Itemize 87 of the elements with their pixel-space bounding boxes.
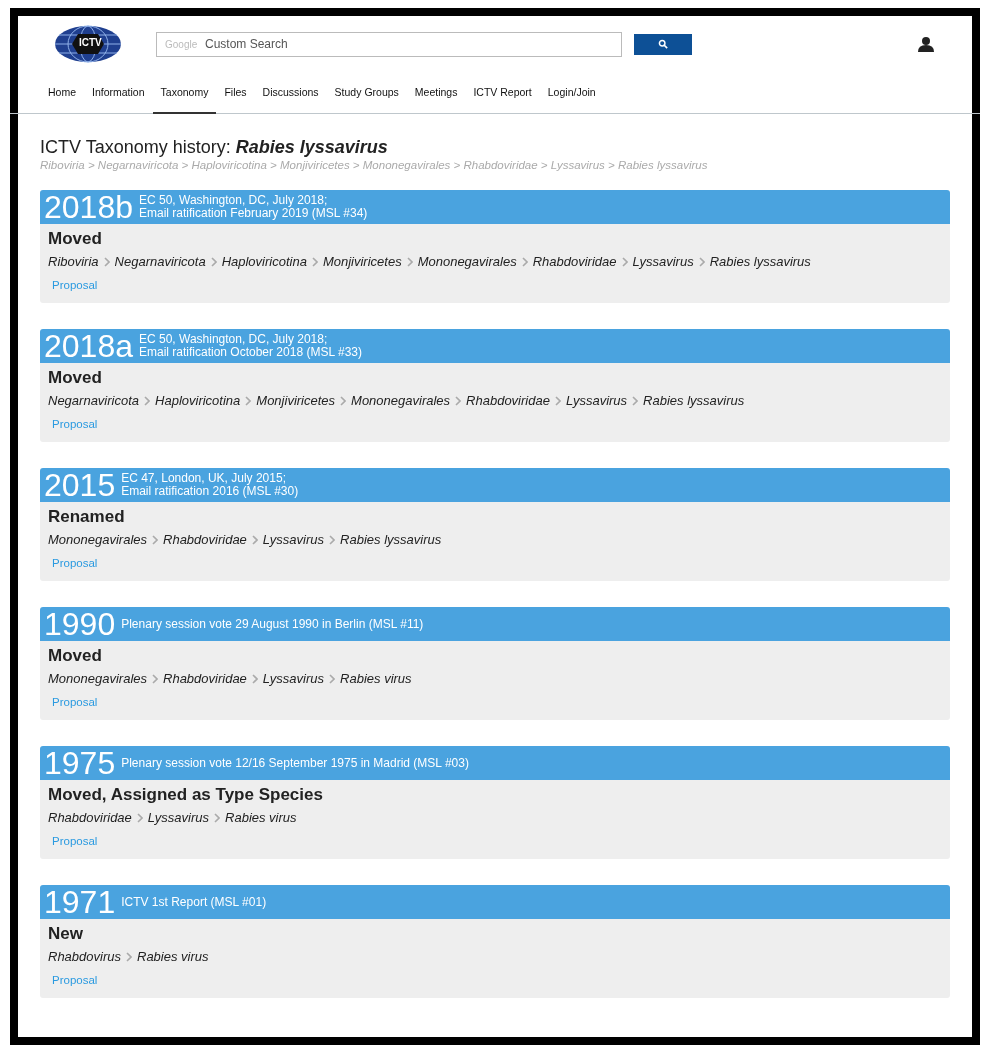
user-icon[interactable] bbox=[918, 36, 934, 52]
taxon-name: Rabies virus bbox=[340, 671, 412, 686]
taxon-name: Mononegavirales bbox=[417, 254, 517, 269]
taxon-name: Rabies lyssavirus bbox=[643, 393, 745, 408]
nav-tab[interactable]: Meetings bbox=[406, 72, 466, 114]
year-label: 2018b bbox=[44, 191, 133, 223]
chevron-icon bbox=[329, 534, 336, 545]
taxon-name: Mononegavirales bbox=[351, 393, 451, 408]
taxon-name: Negarnaviricota bbox=[48, 393, 140, 408]
chevron-icon bbox=[245, 395, 252, 406]
taxon-name: Rabies lyssavirus bbox=[340, 532, 442, 547]
nav-tab[interactable]: Files bbox=[216, 72, 255, 114]
taxon-name: Rhabdoviridae bbox=[163, 671, 247, 686]
taxon-name: Mononegavirales bbox=[48, 671, 147, 686]
taxon-name: Haploviricotina bbox=[155, 393, 241, 408]
taxon-name: Haploviricotina bbox=[221, 254, 307, 269]
year-label: 1990 bbox=[44, 608, 116, 640]
year-label: 1971 bbox=[44, 886, 116, 918]
chevron-icon bbox=[152, 673, 158, 684]
lineage-breadcrumb: Riboviria > Negarnaviricota > Haploviricotina > Monjiviricetes > Mononegavirales > Rhabdoviridae > Lyssavirus > Rabies lyssavirus bbox=[40, 159, 709, 171]
taxon-name: Rabies virus bbox=[137, 949, 209, 964]
meeting-text: Email ratification February 2019 (MSL #34) bbox=[139, 207, 368, 220]
taxon-name: Rhabdoviridae bbox=[466, 393, 550, 408]
meeting-text: EC 50, Washington, DC, July 2018; bbox=[139, 194, 329, 207]
chevron-icon bbox=[340, 395, 347, 406]
nav-tab[interactable]: Taxonomy bbox=[152, 72, 217, 114]
taxon-name: Rabies lyssavirus bbox=[709, 254, 811, 269]
chevron-icon bbox=[521, 256, 528, 267]
taxon-name: Monjiviricetes bbox=[322, 254, 402, 269]
chevron-icon bbox=[311, 256, 318, 267]
chevron-icon bbox=[152, 534, 158, 545]
taxon-name: Rhabdovirus bbox=[48, 949, 121, 964]
chevron-icon bbox=[214, 812, 221, 823]
chevron-icon bbox=[136, 812, 143, 823]
chevron-icon bbox=[632, 395, 639, 406]
year-label: 1975 bbox=[44, 747, 116, 779]
meeting-text: EC 47, London, UK, July 2015; bbox=[121, 472, 287, 485]
nav-tab[interactable]: Home bbox=[40, 72, 84, 114]
taxon-name: Mononegavirales bbox=[48, 532, 147, 547]
chevron-icon bbox=[126, 951, 132, 962]
search-icon bbox=[658, 39, 668, 49]
chevron-icon bbox=[554, 395, 561, 406]
search-button[interactable] bbox=[634, 33, 692, 55]
meeting-text: ICTV 1st Report (MSL #01) bbox=[121, 895, 267, 909]
action-label: Moved bbox=[48, 646, 103, 666]
meeting-text: Email ratification 2016 (MSL #30) bbox=[121, 485, 299, 498]
search-brand-label: Google bbox=[165, 38, 198, 50]
chevron-icon bbox=[251, 673, 258, 684]
chevron-icon bbox=[698, 256, 705, 267]
taxon-name: Riboviria bbox=[48, 254, 99, 269]
year-label: 2018a bbox=[44, 330, 133, 362]
taxon-name: Lyssavirus bbox=[565, 393, 628, 408]
chevron-icon bbox=[406, 256, 413, 267]
nav-tab[interactable]: Information bbox=[84, 72, 153, 114]
chevron-icon bbox=[210, 256, 217, 267]
chevron-icon bbox=[251, 534, 258, 545]
taxon-name: Lyssavirus bbox=[262, 532, 325, 547]
nav-tab[interactable]: Discussions bbox=[254, 72, 327, 114]
action-label: New bbox=[48, 924, 84, 944]
taxon-name: Lyssavirus bbox=[147, 810, 210, 825]
taxon-name: Lyssavirus bbox=[262, 671, 325, 686]
action-label: Moved bbox=[48, 368, 103, 388]
taxon-name: Negarnaviricota bbox=[114, 254, 206, 269]
taxon-name: Rhabdoviridae bbox=[532, 254, 617, 269]
globe-logo[interactable]: ICTV bbox=[54, 25, 122, 63]
chevron-icon bbox=[455, 395, 462, 406]
nav-tab[interactable]: Study Groups bbox=[326, 72, 407, 114]
chevron-icon bbox=[621, 256, 628, 267]
chevron-icon bbox=[103, 256, 110, 267]
action-label: Renamed bbox=[48, 507, 126, 527]
nav-tab[interactable]: Login/Join bbox=[539, 72, 604, 114]
chevron-icon bbox=[144, 395, 151, 406]
taxon-name: Rhabdoviridae bbox=[48, 810, 132, 825]
taxon-name: Lyssavirus bbox=[632, 254, 694, 269]
year-label: 2015 bbox=[44, 469, 116, 501]
action-label: Moved, Assigned as Type Species bbox=[48, 785, 324, 805]
page-title: ICTV Taxonomy history: Rabies lyssavirus bbox=[40, 136, 389, 158]
taxon-name: Rhabdoviridae bbox=[163, 532, 247, 547]
chevron-icon bbox=[329, 673, 336, 684]
taxon-name: Rabies virus bbox=[225, 810, 297, 825]
action-label: Moved bbox=[48, 229, 103, 249]
nav-tab[interactable]: ICTV Report bbox=[465, 72, 540, 114]
meeting-text: Plenary session vote 12/16 September 1975 in Madrid (MSL #03) bbox=[121, 756, 469, 770]
taxon-name: Monjiviricetes bbox=[256, 393, 336, 408]
meeting-text: EC 50, Washington, DC, July 2018; bbox=[139, 333, 329, 346]
meeting-text: Plenary session vote 29 August 1990 in Berlin (MSL #11) bbox=[121, 617, 424, 631]
meeting-text: Email ratification October 2018 (MSL #33) bbox=[139, 346, 362, 359]
